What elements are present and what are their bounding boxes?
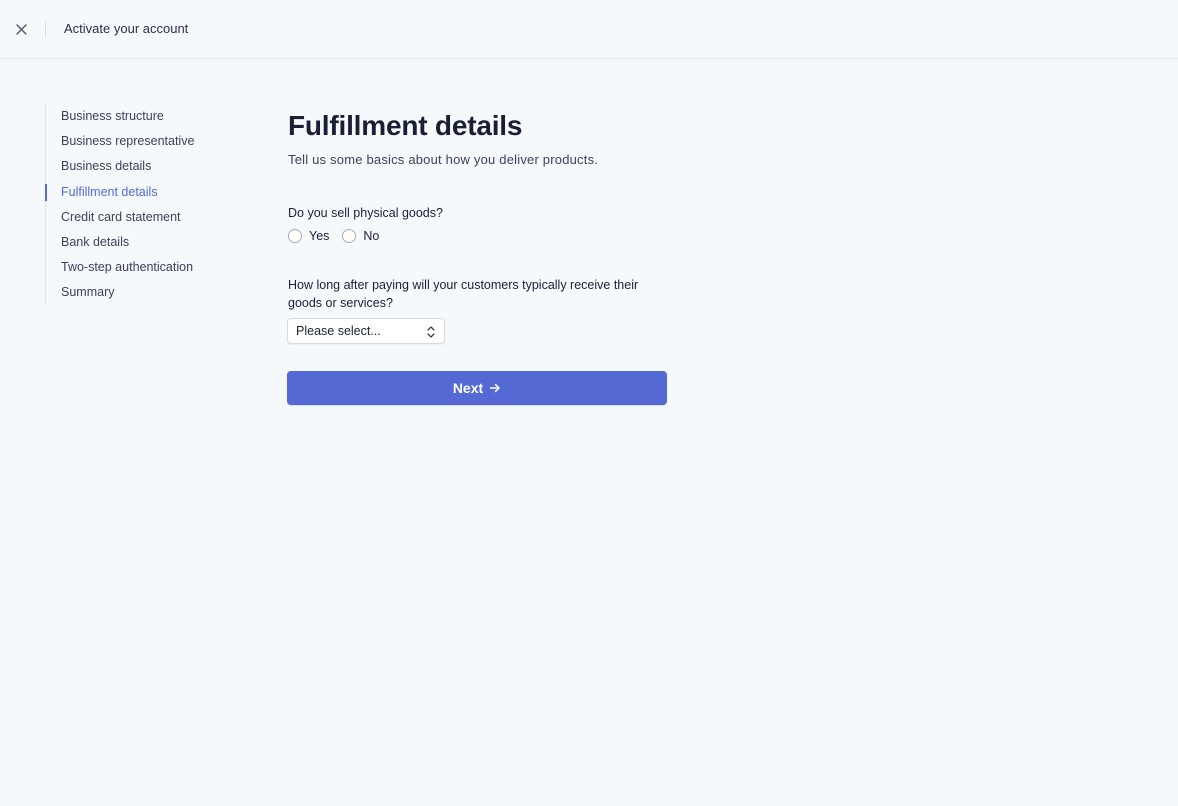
radio-no-label: No	[363, 229, 380, 243]
sidebar-item-bank-details[interactable]: Bank details	[46, 230, 245, 255]
sidebar-item-business-structure[interactable]: Business structure	[46, 104, 245, 129]
next-button[interactable]: Next	[287, 371, 667, 405]
arrow-right-icon	[489, 382, 501, 394]
sidebar-item-credit-card-statement[interactable]: Credit card statement	[46, 205, 245, 230]
page-title: Fulfillment details	[288, 110, 523, 141]
sidebar-item-business-details[interactable]: Business details	[46, 154, 245, 179]
radio-no-circle[interactable]	[342, 229, 357, 243]
delivery-time-select-value: Please select...	[296, 324, 381, 338]
delivery-time-select[interactable]: Please select...	[287, 318, 445, 344]
page-header-title: Activate your account	[64, 21, 189, 36]
steps-sidebar: Business structure Business representati…	[45, 104, 245, 306]
close-icon	[15, 23, 27, 35]
top-bar: Activate your account	[0, 0, 1178, 59]
radio-yes[interactable]: Yes	[288, 229, 329, 243]
sidebar-item-summary[interactable]: Summary	[46, 280, 245, 305]
radio-yes-label: Yes	[309, 229, 330, 243]
page-subtitle: Tell us some basics about how you delive…	[288, 152, 599, 167]
chevron-up-down-icon	[427, 326, 435, 338]
topbar-divider	[45, 21, 46, 37]
delivery-time-question: How long after paying will your customer…	[288, 278, 639, 310]
close-button[interactable]	[12, 20, 30, 38]
physical-goods-radio-group: Yes No	[288, 229, 392, 243]
sidebar-item-business-representative[interactable]: Business representative	[46, 129, 245, 154]
main-content: Fulfillment details Tell us some basics …	[287, 108, 668, 405]
next-button-label: Next	[452, 380, 484, 396]
radio-no[interactable]: No	[342, 229, 379, 243]
sidebar-item-fulfillment-details[interactable]: Fulfillment details	[45, 180, 245, 205]
radio-yes-circle[interactable]	[288, 229, 302, 243]
physical-goods-question: Do you sell physical goods?	[288, 206, 443, 220]
sidebar-item-two-step-authentication[interactable]: Two-step authentication	[46, 255, 245, 280]
